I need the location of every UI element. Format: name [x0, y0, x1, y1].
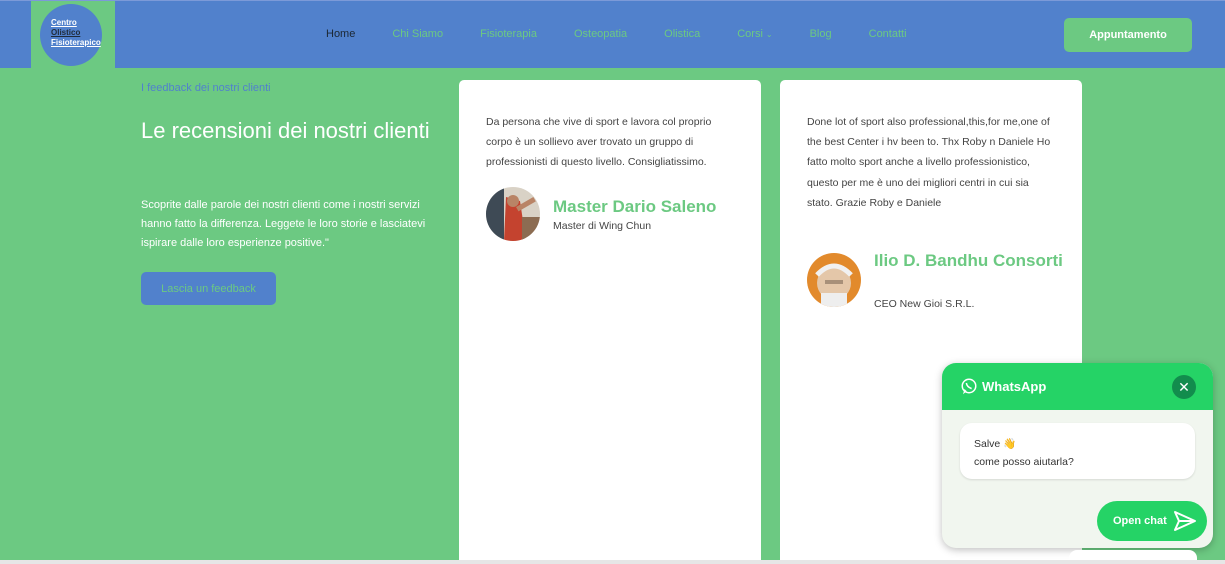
testimonial-card: Da persona che vive di sport e lavora co…: [459, 80, 761, 564]
section-lead: Scoprite dalle parole dei nostri clienti…: [141, 199, 426, 249]
open-chat-label: Open chat: [1113, 515, 1167, 527]
logo-text: Centro Olistico Fisioterapico: [51, 18, 101, 48]
chat-bubble: Salve 👋 come posso aiutarla?: [960, 423, 1195, 479]
nav-fisioterapia[interactable]: Fisioterapia: [480, 28, 537, 40]
logo-line-3: Fisioterapico: [51, 38, 101, 47]
nav-blog[interactable]: Blog: [810, 28, 832, 40]
nav-corsi[interactable]: Corsi ⌄: [737, 28, 772, 40]
logo[interactable]: Centro Olistico Fisioterapico: [31, 1, 115, 69]
testimonial-author: Ilio D. Bandhu Consorti: [874, 251, 1063, 270]
whatsapp-widget: WhatsApp ✕ Salve 👋 come posso aiutarla? …: [942, 363, 1213, 548]
main-nav: Home Chi Siamo Fisioterapia Osteopatia O…: [326, 28, 907, 40]
logo-line-1: Centro: [51, 18, 77, 27]
whatsapp-header: WhatsApp ✕: [942, 363, 1213, 410]
logo-line-2: Olistico: [51, 28, 81, 37]
testimonial-role: CEO New Gioi S.R.L.: [874, 298, 975, 310]
appointment-button[interactable]: Appuntamento: [1064, 18, 1192, 52]
nav-corsi-label: Corsi: [737, 28, 763, 40]
avatar: [486, 187, 540, 241]
nav-chi-siamo[interactable]: Chi Siamo: [392, 28, 443, 40]
nav-osteopatia[interactable]: Osteopatia: [574, 28, 627, 40]
section-kicker: I feedback dei nostri clienti: [141, 82, 271, 94]
testimonial-author: Master Dario Saleno: [553, 197, 717, 216]
chevron-down-icon: ⌄: [765, 30, 773, 39]
testimonial-role: Master di Wing Chun: [553, 220, 652, 232]
close-icon[interactable]: ✕: [1172, 375, 1196, 399]
testimonial-quote: Done lot of sport also professional,this…: [807, 116, 1051, 209]
testimonial-quote: Da persona che vive di sport e lavora co…: [486, 116, 712, 169]
open-chat-button[interactable]: Open chat: [1097, 501, 1207, 541]
nav-olistica[interactable]: Olistica: [664, 28, 700, 40]
leave-feedback-button[interactable]: Lascia un feedback: [141, 272, 276, 305]
nav-home[interactable]: Home: [326, 28, 355, 40]
nav-contatti[interactable]: Contatti: [869, 28, 907, 40]
page-bottom-edge: [0, 560, 1225, 564]
send-icon: [1174, 511, 1196, 531]
whatsapp-title: WhatsApp: [982, 379, 1047, 394]
site-header: Centro Olistico Fisioterapico Home Chi S…: [0, 0, 1225, 69]
avatar: [807, 253, 861, 307]
chat-greeting: Salve 👋: [974, 438, 1017, 450]
chat-message: come posso aiutarla?: [974, 456, 1074, 468]
section-title: Le recensioni dei nostri clienti: [141, 118, 430, 143]
whatsapp-icon: [961, 378, 977, 395]
